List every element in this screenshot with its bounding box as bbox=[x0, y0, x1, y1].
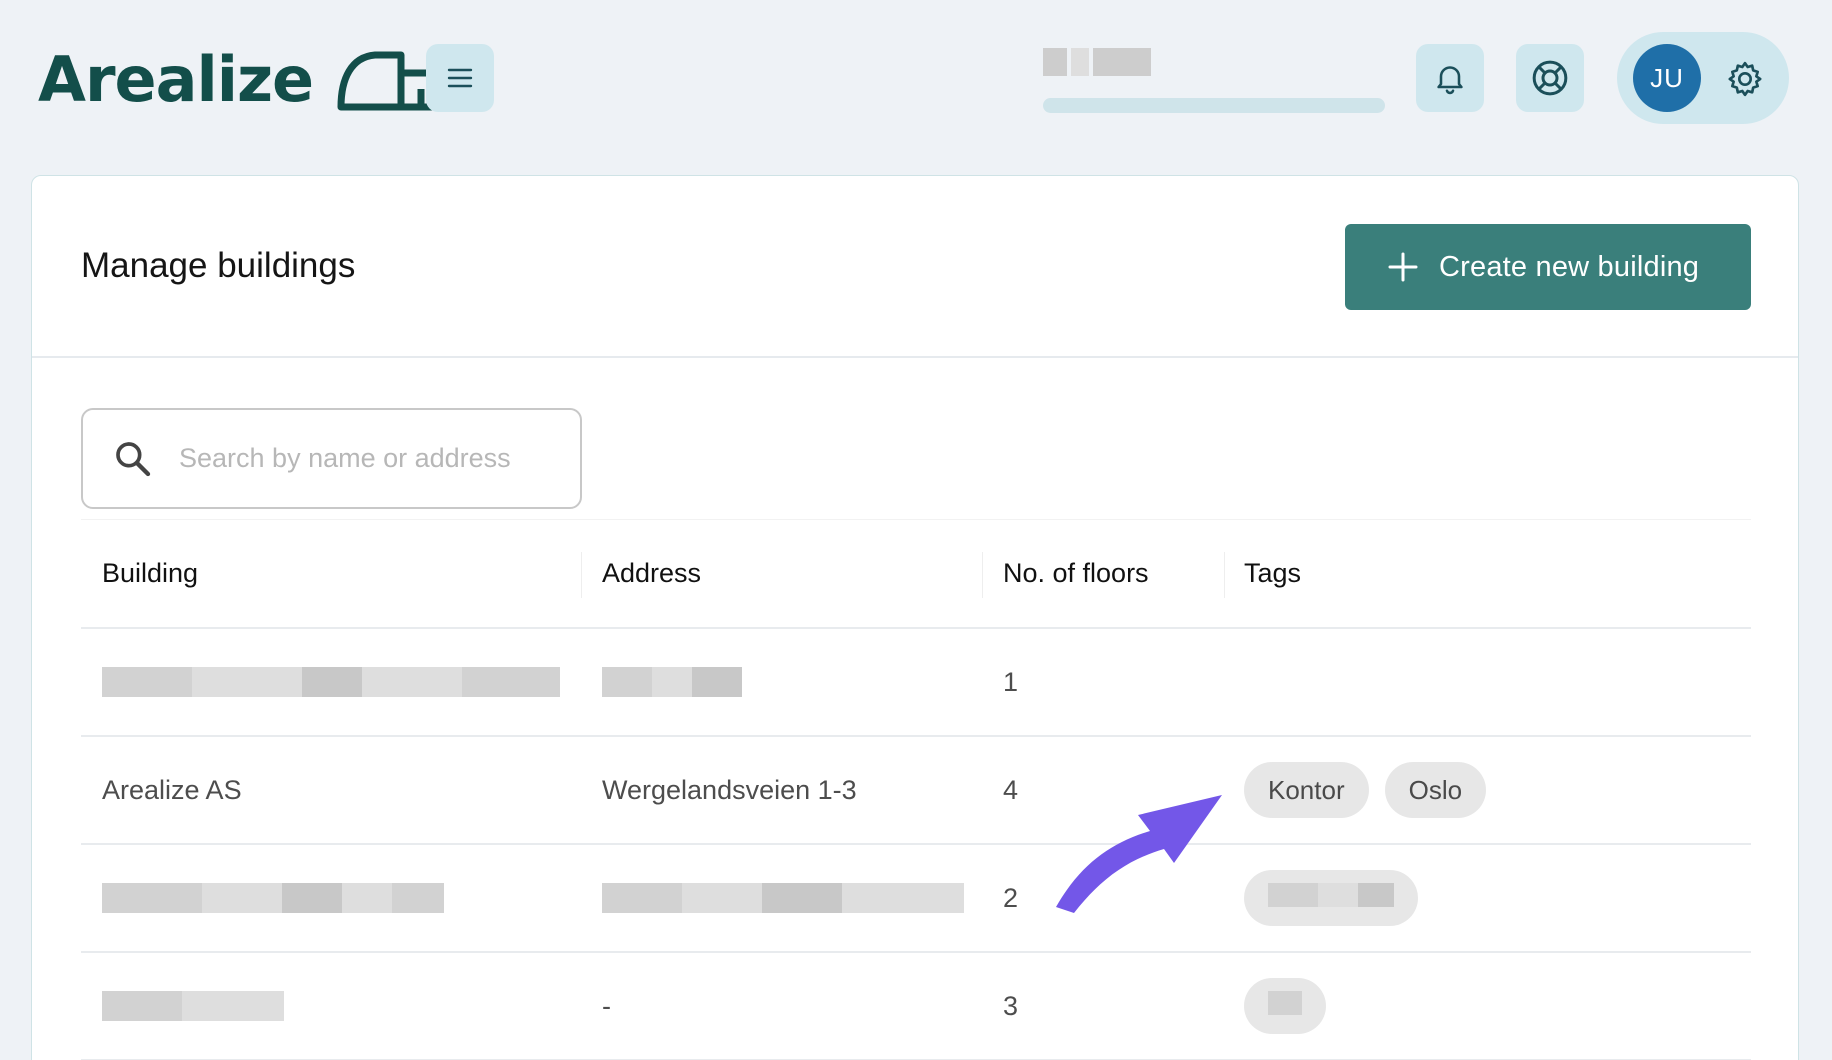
column-header-floors[interactable]: No. of floors bbox=[1003, 520, 1223, 627]
building-floors: 2 bbox=[1003, 882, 1019, 913]
building-tags bbox=[1244, 629, 1724, 735]
building-address-redacted bbox=[602, 845, 982, 951]
top-bar: Arealize JU bbox=[0, 0, 1832, 160]
user-menu[interactable]: JU bbox=[1617, 32, 1789, 124]
card-header: Manage buildings Create new building bbox=[32, 176, 1798, 358]
table-row[interactable]: - 3 bbox=[81, 953, 1751, 1060]
gear-icon[interactable] bbox=[1725, 59, 1765, 99]
create-building-label: Create new building bbox=[1439, 250, 1700, 283]
building-address: - bbox=[602, 990, 611, 1021]
table-row[interactable]: 2 bbox=[81, 845, 1751, 953]
column-header-address[interactable]: Address bbox=[602, 520, 982, 627]
tag-chip[interactable]: Oslo bbox=[1384, 762, 1487, 818]
building-address-redacted bbox=[602, 629, 982, 735]
lifebuoy-help-icon bbox=[1532, 60, 1568, 96]
building-floors: 1 bbox=[1003, 666, 1019, 697]
search-box[interactable] bbox=[81, 408, 582, 509]
search-icon bbox=[116, 441, 151, 476]
building-tags bbox=[1244, 845, 1724, 951]
menu-icon bbox=[447, 68, 473, 88]
help-button[interactable] bbox=[1516, 44, 1584, 112]
avatar[interactable]: JU bbox=[1633, 44, 1701, 112]
building-name: Arealize AS bbox=[102, 774, 242, 805]
building-tags bbox=[1244, 953, 1724, 1059]
app-logo-text: Arealize bbox=[38, 43, 314, 116]
table-row[interactable]: Arealize AS Wergelandsveien 1-3 4 Kontor… bbox=[81, 737, 1751, 845]
app-logo[interactable]: Arealize bbox=[38, 48, 447, 112]
organization-selector[interactable] bbox=[1043, 48, 1385, 116]
column-header-tags: Tags bbox=[1244, 558, 1302, 588]
tag-chip-redacted[interactable] bbox=[1244, 978, 1326, 1034]
building-floors: 3 bbox=[1003, 990, 1019, 1021]
bell-icon bbox=[1437, 66, 1463, 95]
notifications-button[interactable] bbox=[1416, 44, 1484, 112]
tag-chip-redacted[interactable] bbox=[1244, 870, 1418, 926]
page-title: Manage buildings bbox=[81, 246, 356, 285]
building-tags: Kontor Oslo bbox=[1244, 737, 1724, 843]
buildings-card: Manage buildings Create new building Bui… bbox=[31, 175, 1799, 1060]
table-header-row: Building Address No. of floors Tags bbox=[81, 519, 1751, 629]
tag-chip[interactable]: Kontor bbox=[1244, 762, 1369, 818]
building-name-redacted bbox=[102, 845, 582, 951]
table-row[interactable]: 1 bbox=[81, 629, 1751, 737]
menu-button[interactable] bbox=[426, 44, 494, 112]
organization-progress-bar bbox=[1043, 98, 1385, 113]
building-name-redacted bbox=[102, 629, 582, 735]
building-address: Wergelandsveien 1-3 bbox=[602, 774, 857, 805]
buildings-table: Building Address No. of floors Tags 1 Ar… bbox=[81, 519, 1751, 1060]
search-input[interactable] bbox=[179, 443, 559, 474]
organization-name-redacted bbox=[1043, 48, 1159, 76]
building-name-redacted bbox=[102, 953, 582, 1059]
column-header-building[interactable]: Building bbox=[102, 520, 582, 627]
building-floors: 4 bbox=[1003, 774, 1019, 805]
plus-icon bbox=[1388, 252, 1418, 282]
create-building-button[interactable]: Create new building bbox=[1345, 224, 1751, 310]
